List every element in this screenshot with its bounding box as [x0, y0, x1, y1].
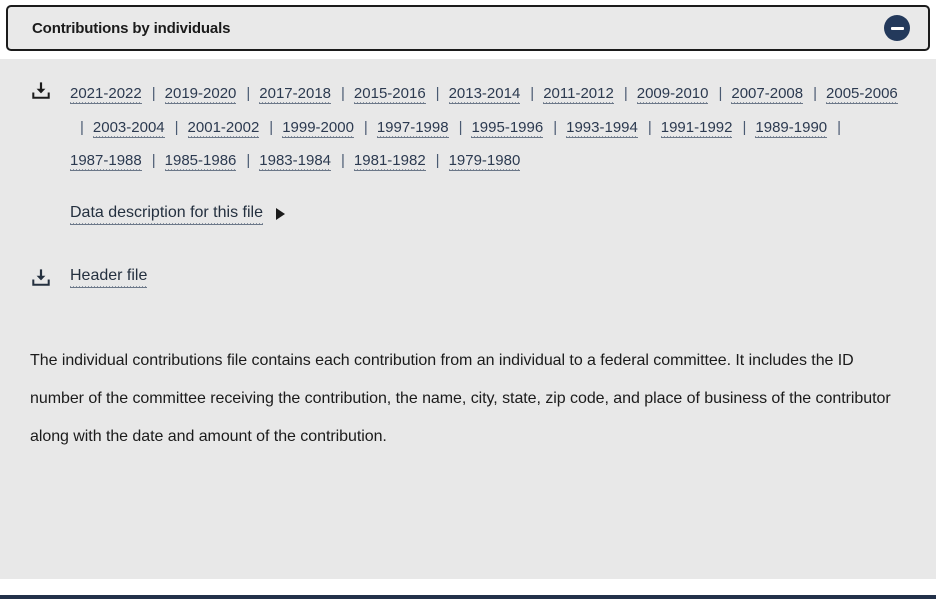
year-link-2013-2014[interactable]: 2013-2014 — [448, 85, 521, 104]
year-link-2003-2004[interactable]: 2003-2004 — [92, 118, 165, 138]
year-separator: | — [435, 152, 440, 169]
year-link-1991-1992[interactable]: 1991-1992 — [660, 118, 733, 138]
year-separator: | — [174, 118, 179, 136]
year-separator: | — [435, 85, 440, 102]
year-downloads-section: 2021-2022 | 2019-2020 | 2017-2018 | 2015-2016 |… — [30, 77, 906, 178]
accordion-content: 2021-2022 | 2019-2020 | 2017-2018 | 2015-2016 |… — [0, 59, 936, 579]
year-link-1985-1986[interactable]: 1985-1986 — [164, 152, 237, 171]
accordion-header-contributions-by-individuals[interactable]: Contributions by individuals — [6, 5, 930, 51]
year-link-1993-1994[interactable]: 1993-1994 — [566, 118, 638, 138]
file-description-text: The individual contributions file contai… — [30, 351, 891, 445]
year-separator: | — [530, 85, 535, 102]
year-separator: | — [341, 85, 345, 102]
year-link-1979-1980[interactable]: 1979-1980 — [448, 152, 521, 171]
year-link-2011-2012[interactable]: 2011-2012 — [543, 85, 614, 104]
data-description-row: Data description for this file — [30, 203, 906, 225]
year-link-1995-1996[interactable]: 1995-1996 — [471, 118, 544, 138]
year-separator: | — [813, 85, 818, 102]
year-separator: | — [246, 85, 251, 102]
bottom-divider — [0, 595, 936, 599]
header-file-row: Header file — [30, 267, 906, 289]
year-link-1987-1988[interactable]: 1987-1988 — [70, 152, 142, 171]
year-link-2019-2020[interactable]: 2019-2020 — [164, 85, 237, 104]
year-separator: | — [623, 85, 628, 102]
year-link-1999-2000[interactable]: 1999-2000 — [282, 118, 354, 138]
download-icon — [30, 267, 52, 289]
year-link-1981-1982[interactable]: 1981-1982 — [353, 152, 426, 171]
year-link-1989-1990[interactable]: 1989-1990 — [755, 118, 828, 138]
year-link-2021-2022[interactable]: 2021-2022 — [70, 85, 142, 104]
year-separator: | — [458, 118, 463, 136]
year-link-2017-2018[interactable]: 2017-2018 — [259, 85, 332, 104]
year-link-1983-1984[interactable]: 1983-1984 — [259, 152, 332, 171]
year-separator: | — [269, 118, 274, 136]
triangle-right-icon[interactable] — [275, 208, 285, 220]
year-links-list: 2021-2022 | 2019-2020 | 2017-2018 | 2015-2016 |… — [70, 77, 906, 178]
header-file-link[interactable]: Header file — [70, 267, 148, 288]
year-separator: | — [837, 118, 842, 136]
year-link-2009-2010[interactable]: 2009-2010 — [636, 85, 709, 104]
year-link-2005-2006[interactable]: 2005-2006 — [826, 85, 898, 104]
minus-circle-icon[interactable] — [884, 15, 910, 41]
year-separator: | — [742, 118, 747, 136]
download-icon — [30, 80, 52, 102]
accordion-title: Contributions by individuals — [32, 19, 231, 37]
year-link-2015-2016[interactable]: 2015-2016 — [353, 85, 426, 104]
year-link-2001-2002[interactable]: 2001-2002 — [187, 118, 260, 138]
year-link-1997-1998[interactable]: 1997-1998 — [376, 118, 449, 138]
year-link-2007-2008[interactable]: 2007-2008 — [731, 85, 804, 104]
data-description-toggle[interactable]: Data description for this file — [70, 203, 263, 225]
year-separator: | — [151, 85, 156, 102]
year-separator: | — [341, 152, 345, 169]
download-icon-wrap — [30, 77, 70, 107]
year-separator: | — [553, 118, 558, 136]
year-separator: | — [647, 118, 652, 136]
year-separator: | — [363, 118, 368, 136]
year-separator: | — [151, 152, 156, 169]
year-separator: | — [246, 152, 251, 169]
minus-bar — [890, 26, 904, 30]
year-separator: | — [80, 118, 84, 136]
file-download-panel: Contributions by individuals 2021-2022 | 2… — [0, 0, 936, 599]
year-separator: | — [718, 85, 723, 102]
header-file-download-icon-wrap — [30, 267, 70, 289]
